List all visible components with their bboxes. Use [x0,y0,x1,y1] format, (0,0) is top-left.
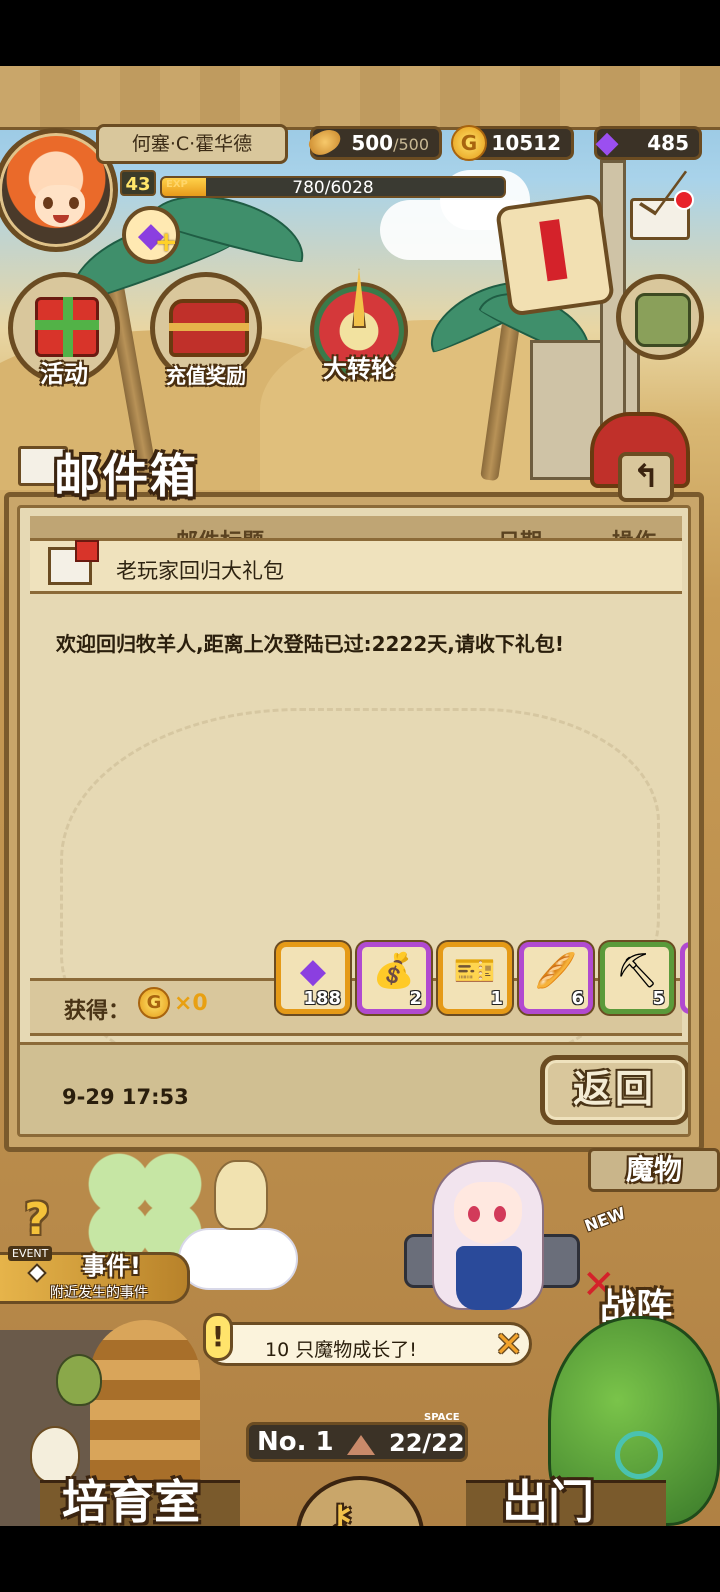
item-count: 1 [490,988,503,1009]
mail-footer: 9-29 17:53 返回 [20,1042,688,1134]
space-label: SPACE [424,1412,460,1423]
gold-sack-icon: 💰 [372,951,416,991]
status-bar-fill [0,0,720,66]
event-title: 事件! [82,1252,141,1280]
return-button[interactable]: 返回 [540,1055,688,1125]
plus-icon: + [154,225,178,258]
reward-item[interactable]: 🥖 6 [519,942,593,1014]
event-tag: EVENT [8,1246,53,1261]
gold-counter[interactable]: G 10512 [451,125,574,161]
gem-icon: ◆ [299,951,327,991]
monster-label: 魔物 [625,1153,682,1186]
item-count: 5 [652,988,665,1009]
game-scene: 何塞·C·霍华德 43 EXP 780/6028 500/500 G 10512… [0,0,720,1526]
reward-item[interactable]: 🎫 1 [438,942,512,1014]
notification-dot [674,190,694,210]
reward-item[interactable]: 💰 2 [357,942,431,1014]
exclamation-icon: ! [203,1313,233,1361]
player-name: 何塞·C·霍华德 [96,124,288,164]
mail-item[interactable]: 老玩家回归大礼包 [30,538,682,594]
avatar-eye [69,197,79,209]
gold-value: 10512 [491,131,561,155]
top-wood-frame [0,66,720,130]
girl-face [454,1182,522,1244]
gem-icon: ◆ [595,125,619,160]
mailbox-content: 邮件标题 日期 操作 老玩家回归大礼包 欢迎回归牧羊人,距离上次登陆已过:222… [17,505,691,1137]
mailbox-title: 邮件箱 [54,449,198,503]
mail-date: 9-29 17:53 [62,1085,189,1109]
reward-item[interactable]: ⛏ 5 [600,942,674,1014]
rank-number: No. 1 [257,1427,334,1457]
girl-eye [494,1206,506,1222]
lucky-wheel-button[interactable]: 大转轮 [300,268,418,390]
activity-label: 活动 [40,360,88,388]
notification-message: 10 只魔物成长了! [265,1339,417,1361]
bread-value: 500 [351,131,394,155]
keys-icon: ⚷ [324,1496,357,1526]
bread-max: /500 [393,135,429,154]
gold-coin-icon: G [451,125,487,161]
space-icon [347,1435,375,1455]
return-label: 返回 [572,1067,657,1111]
bread-icon [305,124,345,160]
mail-gift-icon [48,540,99,585]
portal-swirl-icon [615,1431,663,1479]
reward-item[interactable]: ◆ 188 [276,942,350,1014]
bread-stamina[interactable]: 500/500 [305,124,442,160]
item-count: 2 [409,988,422,1009]
notification-bubble[interactable]: ! 10 只魔物成长了! ✕ [203,1313,532,1366]
new-badge: NEW [582,1203,628,1236]
nursery-button[interactable]: 培育室 [62,1466,200,1526]
gem-counter[interactable]: ◆ 485 [594,126,702,160]
quest-scroll-button[interactable] [494,193,616,317]
ticket-icon: 🎫 [453,951,497,991]
girl-dress [456,1246,522,1310]
event-subtitle: 附近发生的事件 [50,1285,148,1301]
reward-label: 获得： [64,999,131,1024]
activity-button[interactable]: 活动 [8,272,120,388]
recharge-reward-label: 充值奖励 [166,364,246,388]
recharge-reward-button[interactable]: 充值奖励 [150,272,262,388]
space-count: 22/22 [389,1429,465,1457]
back-arrow-button[interactable]: ↰ [618,452,674,502]
reward-gold-amount: ×0 [174,991,208,1016]
question-gear-icon: ? [24,1194,50,1245]
rank-plate: No. 1 22/22 [246,1422,468,1462]
bread-basket-icon: 🥖 [534,951,578,991]
item-count: 6 [571,988,584,1009]
mail-body: 欢迎回归牧羊人,距离上次登陆已过:2222天,请收下礼包! [56,632,564,656]
reward-item-partial[interactable] [680,942,688,1014]
green-egg [56,1354,102,1406]
exclamation-icon [539,219,568,282]
avatar-eye [43,197,53,209]
fairy-monster[interactable] [214,1160,268,1230]
pickaxe-icon: ⛏ [615,951,659,991]
gem-value: 485 [647,131,689,155]
monster-button[interactable]: 魔物 [588,1148,720,1192]
mailbox-panel: 邮件标题 日期 操作 老玩家回归大礼包 欢迎回归牧羊人,距离上次登陆已过:222… [4,492,704,1152]
girl-eye [468,1206,480,1222]
mail-subject: 老玩家回归大礼包 [116,559,284,583]
close-icon[interactable]: ✕ [495,1327,524,1363]
treasure-chest-icon [169,299,249,357]
buy-gems-button[interactable]: ◆ + [122,206,180,264]
lucky-wheel-label: 大转轮 [323,355,395,383]
gift-box-icon [35,297,99,357]
exp-text: 780/6028 [292,178,374,198]
backpack-button[interactable] [616,274,704,360]
event-badge[interactable]: ? EVENT [0,1194,74,1283]
gold-coin-icon: G [138,987,170,1019]
cloud-seat [178,1228,298,1290]
player-level: 43 [120,170,156,196]
exp-bar: EXP 780/6028 [160,176,506,198]
item-count: 188 [303,988,341,1009]
exit-button[interactable]: 出门 [502,1466,594,1526]
manage-button[interactable]: ⚷ 管理 [296,1476,424,1526]
mailbox-header: 邮件箱 ↰ [10,440,694,503]
